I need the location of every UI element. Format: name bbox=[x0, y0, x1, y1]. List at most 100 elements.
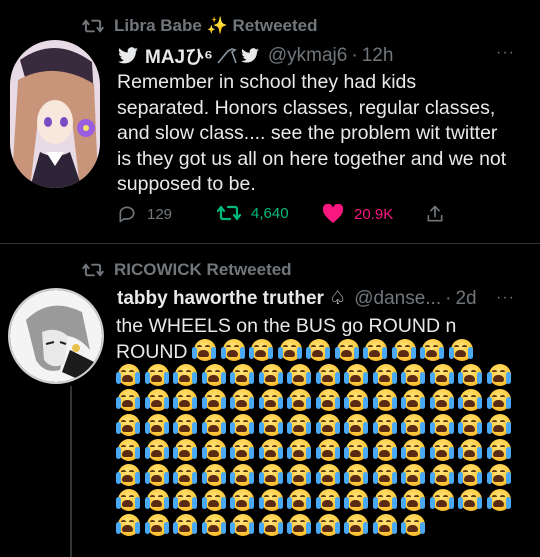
retweet-context[interactable]: Libra Babe ✨ Retweeted bbox=[82, 16, 318, 36]
retweet-icon bbox=[82, 19, 104, 33]
loudly-crying-face-icon bbox=[258, 413, 286, 437]
loudly-crying-face-icon bbox=[401, 488, 428, 512]
loudly-crying-face-icon bbox=[401, 513, 428, 537]
emoji-row bbox=[116, 338, 506, 363]
loudly-crying-face-icon bbox=[144, 488, 172, 512]
loudly-crying-face-icon bbox=[344, 488, 371, 512]
loudly-crying-face-icon bbox=[363, 338, 390, 362]
loudly-crying-face-icon bbox=[401, 363, 428, 387]
loudly-crying-face-icon bbox=[287, 513, 314, 537]
loudly-crying-face-icon bbox=[173, 363, 200, 387]
loudly-crying-face-icon bbox=[315, 388, 343, 412]
loudly-crying-face-icon bbox=[401, 388, 428, 412]
bird-emoji-icon bbox=[241, 47, 259, 63]
loudly-crying-face-icon bbox=[372, 388, 400, 412]
more-options-icon[interactable]: ··· bbox=[496, 44, 515, 62]
loudly-crying-face-icon bbox=[458, 488, 485, 512]
like-count: 20.9K bbox=[354, 205, 394, 223]
loudly-crying-face-icon bbox=[287, 413, 314, 437]
emoji-row bbox=[116, 413, 511, 438]
avatar[interactable] bbox=[10, 40, 100, 188]
reply-button[interactable]: 129 bbox=[117, 204, 172, 224]
loudly-crying-face-icon bbox=[220, 338, 248, 362]
author-handle[interactable]: @ykmaj6 bbox=[268, 45, 347, 67]
more-options-icon[interactable]: ··· bbox=[496, 289, 515, 307]
loudly-crying-face-icon bbox=[401, 438, 428, 462]
loudly-crying-face-icon bbox=[344, 438, 371, 462]
loudly-crying-face-icon bbox=[258, 363, 286, 387]
retweet-count: 4,640 bbox=[251, 204, 289, 222]
sketch-avatar-image bbox=[10, 290, 102, 382]
loudly-crying-face-icon bbox=[116, 438, 143, 462]
emoji-row bbox=[116, 363, 511, 388]
loudly-crying-face-icon bbox=[173, 488, 200, 512]
loudly-crying-face-icon bbox=[192, 338, 219, 362]
emoji-row bbox=[116, 513, 506, 538]
loudly-crying-face-icon bbox=[249, 338, 276, 362]
loudly-crying-face-icon bbox=[372, 463, 400, 487]
loudly-crying-face-icon bbox=[144, 363, 172, 387]
heart-icon bbox=[322, 204, 344, 224]
loudly-crying-face-icon bbox=[486, 413, 514, 437]
tweet-text: Remember in school they had kids separat… bbox=[117, 70, 527, 198]
loudly-crying-face-icon bbox=[116, 413, 143, 437]
loudly-crying-face-icon bbox=[144, 513, 172, 537]
loudly-crying-face-icon bbox=[173, 463, 200, 487]
loudly-crying-face-icon bbox=[315, 488, 343, 512]
loudly-crying-face-icon bbox=[372, 363, 400, 387]
loudly-crying-face-icon bbox=[173, 413, 200, 437]
loudly-crying-face-icon bbox=[429, 388, 457, 412]
loudly-crying-face-icon bbox=[486, 438, 514, 462]
tweet-time[interactable]: 12h bbox=[362, 45, 394, 67]
tweet-time[interactable]: 2d bbox=[455, 288, 476, 310]
loudly-crying-face-icon bbox=[201, 388, 229, 412]
loudly-crying-face-icon bbox=[429, 413, 457, 437]
loudly-crying-face-icon bbox=[201, 413, 229, 437]
loudly-crying-face-icon bbox=[230, 438, 257, 462]
loudly-crying-face-icon bbox=[173, 513, 200, 537]
emoji-row bbox=[116, 388, 511, 413]
loudly-crying-face-icon bbox=[372, 488, 400, 512]
tweet-text-line: separated. Honors classes, regular class… bbox=[117, 96, 496, 119]
tweet-text-line: supposed to be. bbox=[117, 173, 256, 195]
like-button[interactable]: 20.9K bbox=[322, 204, 393, 224]
loudly-crying-face-icon bbox=[458, 363, 485, 387]
tweet-1[interactable]: Libra Babe ✨ Retweeted MAJひ⁶ @ykmaj6 · 1… bbox=[0, 0, 540, 244]
retweet-context-label: Libra Babe ✨ Retweeted bbox=[114, 16, 318, 35]
loudly-crying-face-icon bbox=[287, 388, 314, 412]
loudly-crying-face-icon bbox=[486, 488, 514, 512]
tweet-header: MAJひ⁶ @ykmaj6 · 12h bbox=[117, 42, 393, 69]
tweet-text-line: and slow class.... see the problem wit t… bbox=[117, 122, 498, 144]
loudly-crying-face-icon bbox=[344, 513, 371, 537]
loudly-crying-face-icon bbox=[173, 438, 200, 462]
loudly-crying-face-icon bbox=[391, 338, 419, 362]
author-handle[interactable]: @danse... bbox=[354, 288, 441, 310]
retweet-context-label: RICOWICK Retweeted bbox=[114, 260, 292, 279]
loudly-crying-face-icon bbox=[258, 388, 286, 412]
loudly-crying-face-icon bbox=[401, 463, 428, 487]
loudly-crying-face-icon bbox=[201, 488, 229, 512]
loudly-crying-face-icon bbox=[315, 363, 343, 387]
emoji-row bbox=[116, 463, 511, 488]
anime-avatar-image bbox=[10, 40, 100, 188]
retweet-context[interactable]: RICOWICK Retweeted bbox=[82, 260, 292, 280]
tweet-actions: 129 4,640 20.9K bbox=[117, 204, 457, 228]
loudly-crying-face-icon bbox=[287, 463, 314, 487]
loudly-crying-face-icon bbox=[230, 413, 257, 437]
loudly-crying-face-icon bbox=[372, 413, 400, 437]
author-name[interactable]: MAJひ⁶ bbox=[145, 42, 213, 69]
share-button[interactable] bbox=[425, 204, 455, 224]
author-name[interactable]: tabby haworthe truther ♤ bbox=[117, 287, 346, 310]
loudly-crying-face-icon bbox=[344, 413, 371, 437]
loudly-crying-face-icon bbox=[315, 513, 343, 537]
loudly-crying-face-icon bbox=[116, 488, 143, 512]
avatar[interactable] bbox=[8, 288, 104, 384]
loudly-crying-face-icon bbox=[144, 463, 172, 487]
loudly-crying-face-icon bbox=[458, 438, 485, 462]
loudly-crying-face-icon bbox=[230, 388, 257, 412]
tweet-2[interactable]: RICOWICK Retweeted tabby haworthe truthe… bbox=[0, 244, 540, 557]
loudly-crying-face-icon bbox=[201, 363, 229, 387]
loudly-crying-face-icon bbox=[116, 463, 143, 487]
retweet-button[interactable]: 4,640 bbox=[217, 204, 289, 222]
loudly-crying-face-icon bbox=[458, 463, 485, 487]
